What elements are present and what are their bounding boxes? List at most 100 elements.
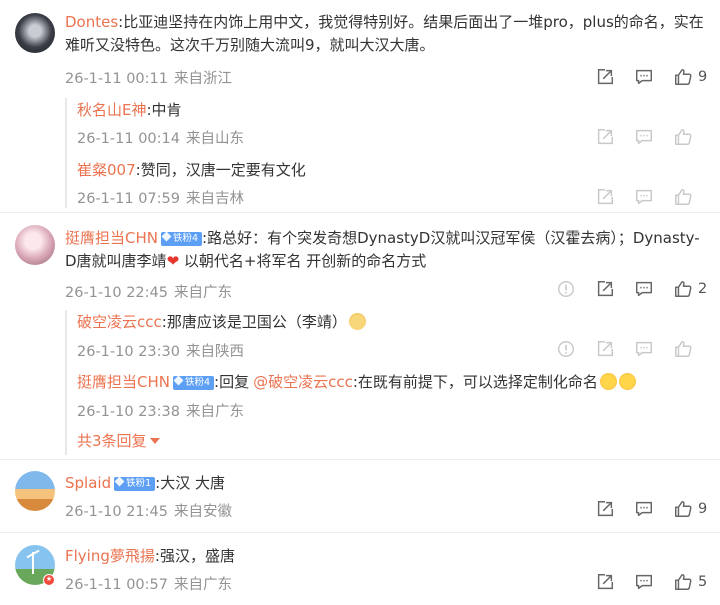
comment-actions: 9 [577, 498, 708, 520]
reply-location: 来自吉林 [186, 191, 244, 207]
reply-body: 挺膺担当CHN 铁粉4:回复 @破空凌云ccc:在既有前提下，可以选择定制化命名 [77, 371, 708, 393]
reply-text: 赞同，汉唐一定要有文化 [140, 161, 306, 179]
caret-down-icon [149, 438, 160, 444]
report-icon[interactable] [555, 338, 577, 360]
doge-emoji-icon [348, 313, 366, 330]
avatar[interactable] [15, 225, 55, 265]
reply-location: 来自山东 [186, 131, 244, 147]
comment-icon[interactable] [633, 126, 655, 148]
reply-actions [577, 126, 708, 148]
fan-badge: 铁粉4 [172, 375, 215, 390]
comment-icon[interactable] [633, 278, 655, 300]
like-icon[interactable] [672, 278, 694, 300]
comment-actions: 2 [538, 278, 708, 300]
reply-meta: 26-1-10 23:30 来自陕西 [77, 340, 244, 361]
reply-username[interactable]: 破空凌云ccc [77, 313, 162, 331]
comment-location: 来自广东 [174, 285, 232, 301]
comment-body: Flying夢飛揚:强汉，盛唐 [65, 547, 235, 565]
like-icon[interactable] [672, 498, 694, 520]
comment-location: 来自广东 [174, 577, 232, 593]
shocked-emoji-icon [618, 373, 636, 390]
reply-date: 26-1-11 00:14 [77, 131, 180, 147]
comment-location: 来自安徽 [174, 504, 232, 520]
comment-text: 大汉 大唐 [160, 474, 225, 492]
comment-text-tail: 以朝代名+将军名 开创新的命名方式 [179, 252, 427, 270]
like-count: 9 [698, 501, 708, 517]
reply-username[interactable]: 秋名山E神 [77, 101, 146, 119]
comment-icon[interactable] [633, 571, 655, 593]
comment-actions: 9 [577, 66, 708, 88]
expand-replies-link[interactable]: 共3条回复 [77, 430, 160, 451]
fan-badge: 铁粉1 [114, 476, 156, 491]
comment-location: 来自浙江 [174, 71, 232, 87]
reply-username[interactable]: 挺膺担当CHN [77, 373, 170, 391]
comment-meta: 26-1-11 00:57 来自广东 [65, 573, 232, 594]
share-icon[interactable] [594, 66, 616, 88]
like-icon[interactable] [672, 571, 694, 593]
like-icon[interactable] [672, 66, 694, 88]
fan-badge: 铁粉4 [160, 231, 203, 246]
reply-thread-line [65, 98, 67, 208]
comment-date: 26-1-10 22:45 [65, 285, 168, 301]
mention-link[interactable]: @破空凌云ccc [253, 373, 353, 391]
divider [0, 459, 720, 460]
reply-meta: 26-1-10 23:38 来自广东 [77, 400, 244, 421]
reply-text: 在既有前提下，可以选择定制化命名 [357, 373, 598, 391]
reply-date: 26-1-10 23:38 [77, 404, 180, 420]
like-count: 5 [698, 574, 708, 590]
share-icon[interactable] [594, 498, 616, 520]
avatar[interactable] [15, 13, 55, 53]
reply-meta: 26-1-11 07:59 来自吉林 [77, 187, 244, 208]
comment-body: Dontes:比亚迪坚持在内饰上用中文，我觉得特别好。结果后面出了一堆pro，p… [65, 13, 704, 54]
heart-emoji-icon: ❤ [166, 252, 180, 270]
comment-text: 比亚迪坚持在内饰上用中文，我觉得特别好。结果后面出了一堆pro，plus的命名，… [65, 13, 704, 54]
divider [0, 212, 720, 213]
share-icon[interactable] [594, 126, 616, 148]
reply-body: 秋名山E神:中肯 [77, 101, 182, 119]
like-count: 2 [698, 281, 708, 297]
username[interactable]: Dontes [65, 13, 118, 31]
reply-text: 中肯 [151, 101, 182, 119]
divider [0, 532, 720, 533]
comment-body: Splaid 铁粉1:大汉 大唐 [65, 474, 225, 492]
like-icon[interactable] [672, 338, 694, 360]
reply-location: 来自广东 [186, 404, 244, 420]
like-count: 9 [698, 69, 708, 85]
reply-location: 来自陕西 [186, 344, 244, 360]
comment-date: 26-1-10 21:45 [65, 504, 168, 520]
reply-date: 26-1-10 23:30 [77, 344, 180, 360]
share-icon[interactable] [594, 338, 616, 360]
comment-icon[interactable] [633, 66, 655, 88]
reply-meta: 26-1-11 00:14 来自山东 [77, 127, 244, 148]
comment-body: 挺膺担当CHN 铁粉4:路总好：有个突发奇想DynastyD汉就叫汉冠军侯（汉霍去… [65, 229, 700, 270]
reply-body: 破空凌云ccc:那唐应该是卫国公（李靖） [77, 311, 708, 333]
share-icon[interactable] [594, 571, 616, 593]
reply-actions [577, 186, 708, 208]
comment-actions: 5 [577, 571, 708, 593]
share-icon[interactable] [594, 278, 616, 300]
reply-text: 那唐应该是卫国公（李靖） [166, 313, 347, 331]
shocked-emoji-icon [599, 373, 617, 390]
avatar[interactable] [15, 471, 55, 511]
comment-meta: 26-1-11 00:11 来自浙江 [65, 67, 232, 88]
reply-username[interactable]: 崔粲007 [77, 161, 136, 179]
like-icon[interactable] [672, 126, 694, 148]
share-icon[interactable] [594, 186, 616, 208]
comment-date: 26-1-11 00:11 [65, 71, 168, 87]
username[interactable]: 挺膺担当CHN [65, 229, 158, 247]
reply-body: 崔粲007:赞同，汉唐一定要有文化 [77, 161, 306, 179]
comment-meta: 26-1-10 21:45 来自安徽 [65, 500, 232, 521]
username[interactable]: Splaid [65, 474, 111, 492]
reply-actions [538, 338, 708, 360]
username[interactable]: Flying夢飛揚 [65, 547, 155, 565]
reply-thread-line [65, 310, 67, 455]
like-icon[interactable] [672, 186, 694, 208]
verified-badge-icon: ★ [43, 574, 55, 586]
comment-icon[interactable] [633, 338, 655, 360]
comment-icon[interactable] [633, 186, 655, 208]
comment-date: 26-1-11 00:57 [65, 577, 168, 593]
reply-date: 26-1-11 07:59 [77, 191, 180, 207]
report-icon[interactable] [555, 278, 577, 300]
comment-text: 强汉，盛唐 [159, 547, 235, 565]
comment-icon[interactable] [633, 498, 655, 520]
